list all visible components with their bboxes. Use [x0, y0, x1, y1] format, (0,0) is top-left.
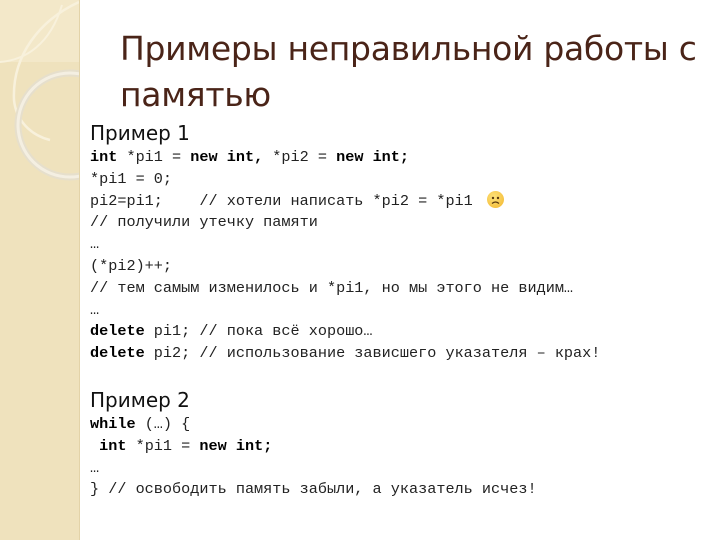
code-keyword: new int, — [190, 148, 264, 166]
code-text: … — [90, 235, 100, 254]
code-keyword: delete — [90, 322, 145, 341]
code-text: pi1; // пока всё хорошо… — [144, 322, 373, 341]
example-2-code: while (…) { int *pi1 = new int;…} // осв… — [90, 414, 710, 501]
code-text: *pi1 = — [117, 148, 191, 166]
code-line: … — [90, 300, 710, 322]
code-line: pi2=pi1; // хотели написать *pi2 = *pi1 — [90, 190, 710, 213]
decorative-circles-icon — [0, 0, 79, 181]
code-text: } // освободить память забыли, а указате… — [90, 480, 537, 499]
code-line: (*pi2)++; — [90, 256, 710, 278]
code-line: } // освободить память забыли, а указате… — [90, 479, 710, 501]
example-1-heading: Пример 1 — [90, 121, 190, 145]
code-text: // тем самым изменилось и *pi1, но мы эт… — [90, 278, 574, 297]
decorative-side-strip — [0, 0, 80, 540]
code-line: *pi1 = 0; — [90, 169, 710, 191]
code-text: // получили утечку памяти — [90, 213, 318, 232]
code-keyword: while — [90, 414, 136, 433]
code-keyword: int — [90, 148, 118, 166]
frowning-face-icon — [486, 190, 504, 208]
code-line: delete pi1; // пока всё хорошо… — [90, 321, 710, 343]
code-text: … — [90, 300, 100, 319]
code-keyword: new int; — [336, 148, 410, 166]
code-keyword: delete — [90, 344, 145, 363]
code-line: while (…) { — [90, 414, 710, 436]
code-text: *pi2 = — [263, 148, 337, 166]
code-keyword: int — [99, 436, 127, 455]
slide-title: Примеры неправильной работы с памятью — [120, 29, 697, 114]
slide-content: Пример 1 int *pi1 = new int, *pi2 = new … — [90, 119, 710, 501]
code-line: int *pi1 = new int; — [90, 436, 710, 458]
code-text: (…) { — [135, 414, 191, 433]
code-text: *pi1 = 0; — [90, 169, 173, 188]
code-line: int *pi1 = new int, *pi2 = new int; — [90, 147, 710, 169]
code-line: // получили утечку памяти — [90, 212, 710, 234]
example-2-heading: Пример 2 — [90, 387, 190, 412]
code-line: delete pi2; // использование зависшего у… — [90, 343, 710, 365]
code-keyword: new int; — [199, 436, 273, 455]
code-line: // тем самым изменилось и *pi1, но мы эт… — [90, 278, 710, 300]
code-text: pi2=pi1; // хотели написать *pi2 = *pi1 — [90, 191, 473, 210]
code-line: … — [90, 234, 710, 256]
code-text: (*pi2)++; — [90, 256, 173, 275]
code-text: pi2; // использование зависшего указател… — [144, 344, 601, 363]
code-line: … — [90, 458, 710, 480]
code-text: … — [90, 458, 100, 477]
example-1-code: int *pi1 = new int, *pi2 = new int; *pi1 … — [90, 147, 710, 365]
code-text: *pi1 = — [126, 436, 200, 455]
